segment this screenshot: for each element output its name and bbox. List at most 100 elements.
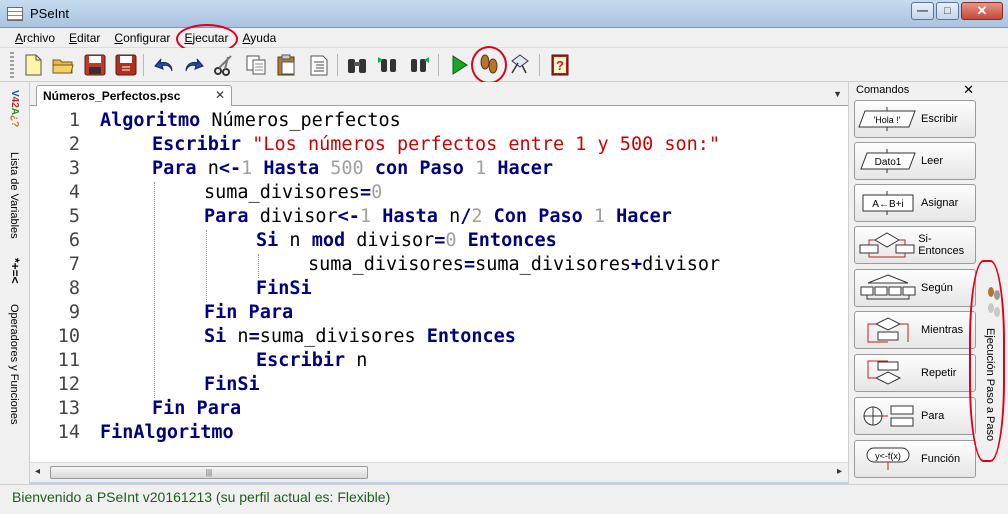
command-escribir[interactable]: 'Hola !' Escribir (854, 100, 976, 138)
indent-icon[interactable] (306, 52, 332, 78)
code-token-kw: Para (204, 206, 249, 227)
panel-close-icon[interactable]: ✕ (963, 82, 974, 98)
tab-close-icon[interactable]: ✕ (215, 88, 225, 102)
toolbar-separator (438, 54, 439, 76)
save-icon[interactable] (82, 52, 108, 78)
code-text: Escribir "Los números perfectos entre 1 … (152, 134, 720, 155)
tab-ejecucion-paso-a-paso[interactable]: Ejecución Paso a Paso (984, 328, 996, 441)
code-line[interactable]: 3 Para n<-1 Hasta 500 con Paso 1 Hacer (30, 158, 848, 182)
menu-ayuda[interactable]: Ayuda (235, 31, 283, 45)
window-title: PSeInt (30, 6, 70, 21)
code-token-id: suma_divisores (308, 254, 464, 275)
code-token-id (464, 158, 475, 179)
search-prev-icon[interactable] (375, 52, 401, 78)
undo-icon[interactable] (151, 52, 177, 78)
repeat-icon (855, 359, 921, 387)
code-text: Para divisor<-1 Hasta n/2 Con Paso 1 Hac… (204, 206, 672, 227)
minimize-button[interactable]: — (911, 2, 934, 20)
line-number: 11 (57, 350, 80, 371)
code-line[interactable]: 1 Algoritmo Números_perfectos (30, 110, 848, 134)
code-token-id (319, 158, 330, 179)
menu-configurar[interactable]: Configurar (107, 31, 177, 45)
line-number: 5 (68, 206, 80, 227)
code-line[interactable]: 9 Fin Para (30, 302, 848, 326)
code-line[interactable]: 6 Si n mod divisor=0 Entonces (30, 230, 848, 254)
line-number: 9 (68, 302, 80, 323)
search-next-icon[interactable] (406, 52, 432, 78)
tab-numeros-perfectos[interactable]: Números_Perfectos.psc ✕ (36, 85, 232, 106)
menu-archivo[interactable]: Archivo (8, 31, 62, 45)
command-leer[interactable]: Dato1 Leer (854, 142, 976, 180)
command-para[interactable]: Para (854, 397, 976, 435)
code-token-kw: <- (218, 158, 242, 179)
maximize-button[interactable]: □ (936, 2, 959, 20)
draw-flowchart-icon[interactable] (507, 52, 533, 78)
code-token-id: suma_divisores (204, 182, 360, 203)
code-line[interactable]: 10 Si n=suma_divisores Entonces (30, 326, 848, 350)
cut-icon[interactable] (211, 52, 237, 78)
for-icon (855, 402, 921, 430)
step-by-step-icon[interactable] (476, 52, 502, 78)
code-token-id (583, 206, 594, 227)
menu-editar[interactable]: Editar (62, 31, 107, 45)
code-token-kw: FinAlgoritmo (100, 422, 234, 443)
redo-icon[interactable] (181, 52, 207, 78)
code-token-kw: mod (311, 230, 346, 251)
code-line[interactable]: 14 FinAlgoritmo (30, 422, 848, 446)
svg-text:'Hola !': 'Hola !' (874, 115, 901, 125)
copy-icon[interactable] (243, 52, 269, 78)
help-icon[interactable]: ? (547, 52, 573, 78)
code-token-num: 1 (593, 206, 606, 227)
code-token-kw: + (631, 254, 643, 275)
open-folder-icon[interactable] (50, 52, 76, 78)
code-editor[interactable]: 1 Algoritmo Números_perfectos 2 Escribir "L… (30, 106, 848, 462)
tab-dropdown-icon[interactable]: ▼ (833, 89, 842, 99)
code-token-id (605, 206, 616, 227)
command-mientras[interactable]: Mientras (854, 311, 976, 349)
new-file-icon[interactable] (20, 52, 46, 78)
code-token-id: n (196, 158, 219, 179)
code-line[interactable]: 13 Fin Para (30, 398, 848, 422)
code-token-kw: Entonces (467, 230, 557, 251)
command-segun[interactable]: Según (854, 269, 976, 307)
paste-icon[interactable] (274, 52, 300, 78)
code-token-kw: FinSi (256, 278, 312, 299)
command-repetir[interactable]: Repetir (854, 354, 976, 392)
code-token-num: 1 (241, 158, 253, 179)
search-icon[interactable] (344, 52, 370, 78)
command-asignar[interactable]: A←B+i Asignar (854, 184, 976, 222)
code-line[interactable]: 4 suma_divisores=0 (30, 182, 848, 206)
menu-ejecutar[interactable]: Ejecutar (177, 31, 235, 45)
menu-bar: Archivo Editar Configurar Ejecutar Ayuda (0, 28, 1008, 48)
code-token-num: 0 (371, 182, 383, 203)
code-token-kw: Fin Para (204, 302, 294, 323)
code-line[interactable]: 8 FinSi (30, 278, 848, 302)
svg-text:?: ? (556, 58, 564, 73)
code-line[interactable]: 11 Escribir n (30, 350, 848, 374)
tab-operadores-y-funciones[interactable]: Operadores y Funciones (8, 304, 20, 424)
code-line[interactable]: 12 FinSi (30, 374, 848, 398)
svg-text:Dato1: Dato1 (875, 157, 902, 168)
scroll-right-icon[interactable]: ▸ (837, 466, 842, 477)
scroll-left-icon[interactable]: ◂ (35, 466, 40, 477)
code-text: suma_divisores=suma_divisores+divisor (308, 254, 720, 275)
command-funcion[interactable]: y<-f(x) Función (854, 440, 976, 478)
svg-text:A←B+i: A←B+i (872, 199, 903, 210)
code-line[interactable]: 5 Para divisor<-1 Hasta n/2 Con Paso 1 Ha… (30, 206, 848, 230)
toolbar: ? (0, 48, 1008, 82)
tab-lista-de-variables[interactable]: Lista de Variables (8, 152, 20, 239)
code-token-id: suma_divisores (259, 326, 427, 347)
close-button[interactable]: ✕ (961, 2, 1003, 20)
switch-icon (855, 274, 921, 302)
run-icon[interactable] (446, 52, 472, 78)
code-line[interactable]: 2 Escribir "Los números perfectos entre 1… (30, 134, 848, 158)
save-as-icon[interactable] (113, 52, 139, 78)
horizontal-scrollbar[interactable]: ◂ ||| ▸ (30, 462, 848, 482)
if-icon (855, 231, 918, 259)
scrollbar-thumb[interactable]: ||| (50, 466, 368, 479)
line-number: 7 (68, 254, 80, 275)
command-si-entonces[interactable]: Si-Entonces (854, 226, 976, 264)
code-line[interactable]: 7 suma_divisores=suma_divisores+divisor (30, 254, 848, 278)
line-number: 13 (57, 398, 80, 419)
code-text: Fin Para (152, 398, 241, 419)
